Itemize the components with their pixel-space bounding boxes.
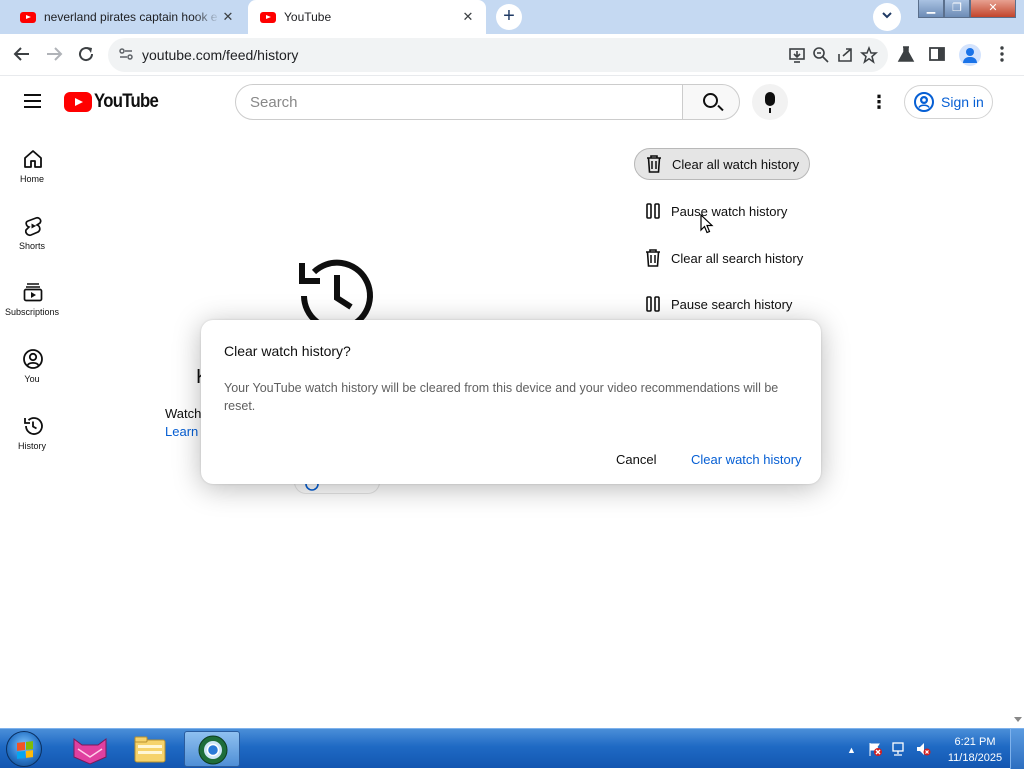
taskbar-chrome-icon[interactable] [184,731,240,767]
you-icon [22,348,44,370]
forward-arrow-icon[interactable] [44,45,64,65]
network-icon[interactable] [891,741,907,762]
pause-icon [644,201,662,221]
taskbar-clock[interactable]: 6:21 PM 11/18/2025 [943,734,1007,766]
clear-all-watch-history-button[interactable]: Clear all watch history [634,148,810,180]
trash-icon [644,248,662,268]
search-box [235,84,683,120]
install-app-icon[interactable] [788,46,806,64]
clock-date: 11/18/2025 [947,752,1003,764]
voice-search-button[interactable] [752,84,788,120]
sign-in-button[interactable]: Sign in [904,85,993,119]
show-hidden-icons-icon[interactable]: ▲ [847,745,856,755]
pause-icon [644,294,662,314]
youtube-favicon-icon [20,11,36,23]
account-circle-icon [914,92,934,112]
windows-taskbar: ▲ 6:21 PM 11/18/2025 [0,728,1024,769]
share-icon[interactable] [836,46,854,64]
youtube-play-logo-icon [64,92,92,112]
youtube-logo[interactable]: YouTube [64,91,167,113]
tab-close-icon[interactable]: ✕ [460,9,476,25]
clear-watch-history-dialog: Clear watch history? Your YouTube watch … [201,320,821,484]
tab-search-chevron-icon[interactable] [873,3,901,31]
tab-neverland-pirates[interactable]: neverland pirates captain hook e ✕ [0,0,246,34]
empty-state-text: Watch [165,406,202,421]
minimize-window-icon[interactable]: ▁ [918,0,944,18]
show-desktop-button[interactable] [1010,729,1024,769]
start-button[interactable] [6,731,42,767]
side-panel-icon[interactable] [927,45,947,65]
site-info-icon[interactable] [118,46,134,62]
action-center-flag-icon[interactable] [867,741,883,762]
search-input[interactable] [236,85,682,119]
mouse-pointer-icon [700,213,714,234]
profile-avatar-icon[interactable] [959,44,981,66]
dialog-title: Clear watch history? [224,343,351,359]
maximize-window-icon[interactable]: ❐ [944,0,970,18]
history-icon [22,415,44,437]
home-icon [22,148,44,170]
guide-item-you[interactable]: You [0,340,64,400]
settings-kebab-icon[interactable]: ⋮ [870,92,888,112]
guide-item-label: You [24,374,40,384]
action-label: Clear all search history [671,250,804,266]
chrome-menu-icon[interactable] [992,45,1012,65]
sign-in-label: Sign in [941,94,984,110]
clock-time: 6:21 PM [954,736,996,748]
address-bar[interactable]: youtube.com/feed/history [108,38,888,72]
page-scrollbar[interactable] [1012,77,1024,728]
bookmark-star-icon[interactable] [860,45,878,64]
youtube-wordmark: YouTube [94,91,159,112]
action-label: Pause watch history [671,203,788,219]
guide-item-shorts[interactable]: Shorts [0,207,64,267]
tab-title: neverland pirates captain hook e [44,10,218,24]
clear-all-search-history-button[interactable]: Clear all search history [634,242,803,274]
back-arrow-icon[interactable] [12,45,32,65]
zoom-icon[interactable] [812,46,830,64]
taskbar-app-cat-icon[interactable] [62,731,118,767]
action-label: Pause search history [671,296,793,312]
guide-item-label: History [17,441,46,451]
browser-toolbar: youtube.com/feed/history [0,34,1024,76]
labs-flask-icon[interactable] [896,45,916,65]
close-window-icon[interactable]: ✕ [970,0,1016,18]
window-controls: ▁ ❐ ✕ [918,0,1024,20]
microphone-icon [765,92,775,113]
guide-item-home[interactable]: Home [0,140,64,200]
windows-logo-icon [17,741,33,759]
tab-strip: neverland pirates captain hook e ✕ YouTu… [0,0,1024,34]
guide-item-label: Home [19,174,44,184]
search-icon [703,93,718,108]
guide-item-label: Shorts [18,241,45,251]
tab-title: YouTube [284,10,332,24]
cancel-button[interactable]: Cancel [616,452,656,467]
guide-menu-icon[interactable] [24,94,41,108]
volume-muted-icon[interactable] [915,741,931,762]
confirm-clear-watch-history-button[interactable]: Clear watch history [691,452,802,467]
youtube-masthead: YouTube ⋮ Sign in [0,77,1012,127]
dialog-body: Your YouTube watch history will be clear… [224,381,779,413]
youtube-favicon-icon [260,11,276,23]
guide-item-history[interactable]: History [0,407,64,467]
pause-search-history-button[interactable]: Pause search history [634,288,792,320]
reload-icon[interactable] [76,45,96,65]
tab-close-icon[interactable]: ✕ [220,9,236,25]
tab-youtube[interactable]: YouTube ✕ [248,0,486,34]
search-button[interactable] [682,84,740,120]
guide-item-subscriptions[interactable]: Subscriptions [0,273,64,333]
guide-item-label: Subscriptions [4,307,60,317]
trash-icon [645,154,663,174]
shorts-icon [22,215,44,237]
taskbar-file-explorer-icon[interactable] [122,731,178,767]
action-label: Clear all watch history [672,156,800,172]
url-text: youtube.com/feed/history [142,47,299,63]
subscriptions-icon [22,281,44,303]
new-tab-button[interactable]: + [496,4,522,30]
system-tray: ▲ 6:21 PM 11/18/2025 [843,729,1024,769]
scroll-down-arrow-icon[interactable] [1014,717,1022,722]
